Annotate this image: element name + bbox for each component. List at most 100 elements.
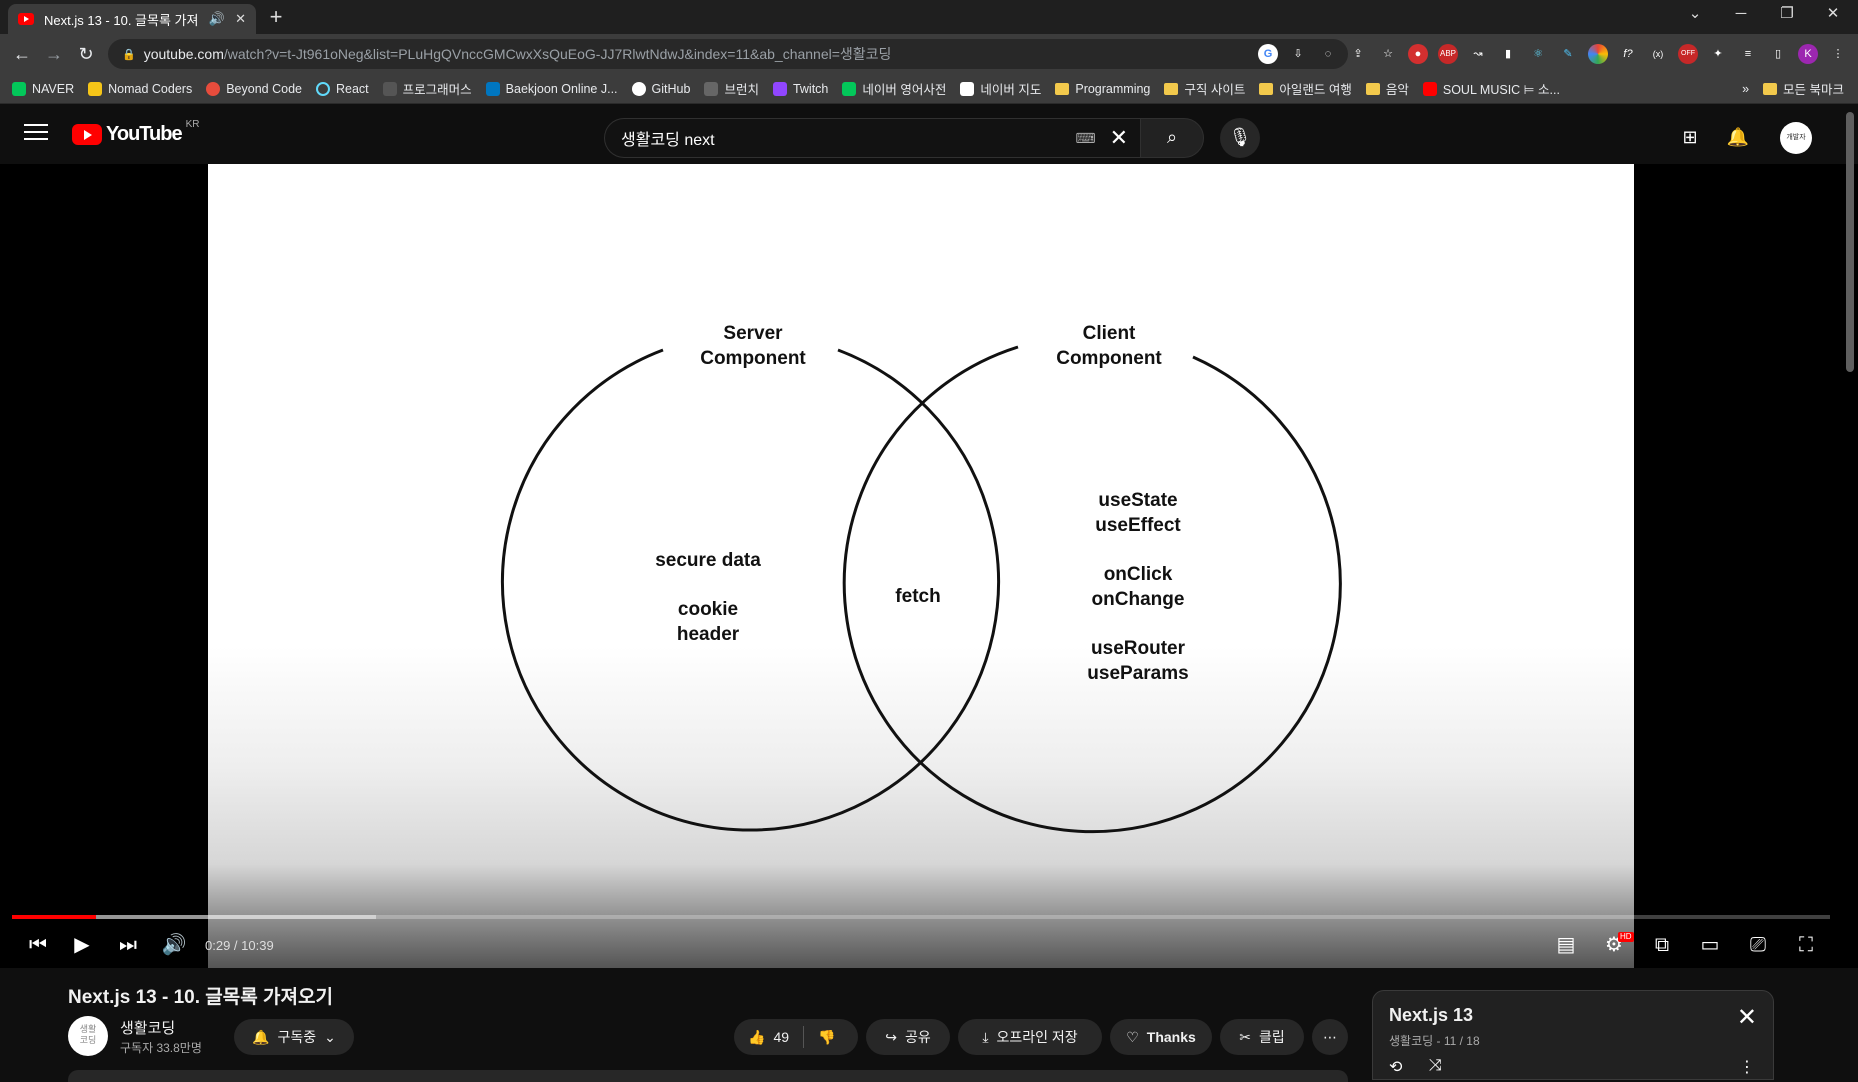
side-panel-icon[interactable]: ▯ — [1768, 44, 1788, 64]
search-button[interactable]: ⌕ — [1140, 118, 1204, 158]
create-video-icon[interactable]: ⊞ — [1678, 126, 1702, 150]
bookmark-item[interactable]: Baekjoon Online J... — [485, 81, 618, 96]
bookmark-item[interactable]: GitHub — [631, 81, 690, 96]
bookmark-star-icon[interactable]: ☆ — [1378, 44, 1398, 64]
notifications-bell-icon[interactable]: 🔔 — [1726, 126, 1750, 150]
lock-icon: 🔒 — [122, 48, 136, 61]
venn-diagram — [501, 345, 1342, 834]
played-bar — [12, 915, 96, 919]
back-icon[interactable]: ← — [8, 41, 36, 69]
share-arrow-icon: ↪ — [885, 1028, 897, 1045]
download-icon: ⤓ — [982, 1028, 989, 1045]
minimize-button[interactable]: ─ — [1718, 0, 1764, 30]
more-horizontal-icon: ⋯ — [1323, 1028, 1337, 1045]
bookmark-item[interactable]: 브런치 — [704, 79, 759, 98]
bookmark-item[interactable]: 네이버 지도 — [960, 79, 1041, 98]
share-icon[interactable]: ⇪ — [1348, 44, 1368, 64]
bookmark-folder[interactable]: Programming — [1055, 82, 1150, 96]
voice-search-button[interactable]: 🎙 — [1220, 118, 1260, 158]
close-tab-icon[interactable]: ✕ — [235, 11, 246, 27]
tab-search-icon[interactable]: ⌄ — [1672, 0, 1718, 30]
page-scrollbar[interactable] — [1846, 112, 1854, 372]
progress-bar[interactable] — [12, 915, 1830, 919]
extension-arrow-icon[interactable]: ↝ — [1468, 44, 1488, 64]
miniplayer-button[interactable]: ⧉ — [1646, 930, 1678, 962]
folder-icon — [1164, 82, 1179, 95]
eye-off-icon[interactable]: ◌ — [1318, 44, 1338, 64]
bookmark-item[interactable]: 프로그래머스 — [382, 79, 472, 98]
theater-icon: ▭ — [1700, 934, 1720, 956]
next-button[interactable]: ⏭ — [112, 930, 144, 962]
extension-pen-icon[interactable]: ✎ — [1558, 44, 1578, 64]
shuffle-icon[interactable]: ⤨ — [1429, 1057, 1442, 1075]
bookmark-item[interactable]: Twitch — [772, 81, 828, 96]
play-button[interactable]: ▶ — [66, 930, 98, 962]
bookmark-item[interactable]: Beyond Code — [206, 81, 302, 96]
bookmarks-overflow-button[interactable]: » — [1742, 82, 1749, 96]
reload-icon[interactable]: ↻ — [72, 41, 100, 69]
video-player[interactable]: Server Component Client Component secure… — [0, 164, 1858, 968]
bookmark-item[interactable]: SOUL MUSIC ⊨ 소... — [1422, 79, 1560, 98]
subscribed-button[interactable]: 🔔 구독중 ⌄ — [234, 1019, 354, 1055]
channel-avatar[interactable]: 생활 코딩 — [68, 1016, 108, 1056]
search-input[interactable]: 생활코딩 next ⌨ ✕ — [604, 118, 1140, 158]
thanks-button[interactable]: ♡ Thanks — [1110, 1019, 1212, 1055]
extension-red-icon[interactable]: ● — [1408, 44, 1428, 64]
youtube-logo[interactable]: YouTube KR — [72, 119, 199, 146]
bookmark-item[interactable]: Nomad Coders — [88, 81, 192, 96]
bookmark-folder[interactable]: 구직 사이트 — [1164, 79, 1245, 98]
extension-bracket-icon[interactable]: (x) — [1648, 44, 1668, 64]
browser-menu-icon[interactable]: ⋮ — [1828, 44, 1848, 64]
channel-name[interactable]: 생활코딩 — [120, 1017, 175, 1038]
account-avatar[interactable]: 개발자 — [1780, 122, 1812, 154]
install-icon[interactable]: ⇩ — [1288, 44, 1308, 64]
bookmark-folder[interactable]: 음악 — [1365, 79, 1409, 98]
bookmark-label: 프로그래머스 — [402, 83, 472, 97]
mute-button[interactable]: 🔊 — [158, 930, 190, 962]
clear-search-icon[interactable]: ✕ — [1110, 125, 1128, 151]
clip-button[interactable]: ✂ 클립 — [1220, 1019, 1304, 1055]
profile-avatar-icon[interactable]: K — [1798, 44, 1818, 64]
chevron-down-icon: ⌄ — [324, 1028, 336, 1045]
share-button[interactable]: ↪ 공유 — [866, 1019, 950, 1055]
all-bookmarks-folder[interactable]: 모든 북마크 — [1763, 79, 1844, 98]
dislike-button[interactable]: 👎 — [818, 1029, 835, 1046]
loop-icon[interactable]: ⟲ — [1389, 1057, 1402, 1077]
extension-off-icon[interactable]: OFF — [1678, 44, 1698, 64]
settings-button[interactable]: ⚙ HD — [1598, 930, 1634, 962]
fullscreen-button[interactable]: ⛶ — [1790, 930, 1822, 962]
react-devtools-icon[interactable]: ⚛ — [1528, 44, 1548, 64]
new-tab-button[interactable]: + — [262, 4, 290, 32]
keyboard-icon[interactable]: ⌨ — [1075, 130, 1095, 147]
like-button[interactable]: 👍 49 — [748, 1029, 789, 1046]
playlist-title[interactable]: Next.js 13 — [1389, 1005, 1473, 1026]
playlist-menu-icon[interactable]: ⋮ — [1739, 1057, 1755, 1077]
color-picker-icon[interactable] — [1588, 44, 1608, 64]
browser-tab[interactable]: Next.js 13 - 10. 글목록 가져오기 🔊 ✕ — [8, 4, 256, 34]
function-icon[interactable]: f? — [1618, 44, 1638, 64]
bookmark-item[interactable]: 네이버 영어사전 — [842, 79, 946, 98]
restore-button[interactable]: ❐ — [1764, 0, 1810, 30]
extension-bottle-icon[interactable]: ▮ — [1498, 44, 1518, 64]
more-actions-button[interactable]: ⋯ — [1312, 1019, 1348, 1055]
bookmark-item[interactable]: NAVER — [12, 81, 74, 96]
bookmark-item[interactable]: React — [315, 81, 369, 96]
cast-button[interactable]: ⎚ — [1742, 930, 1774, 962]
download-button[interactable]: ⤓ 오프라인 저장 — [958, 1019, 1102, 1055]
extensions-puzzle-icon[interactable]: ✦ — [1708, 44, 1728, 64]
thumbs-down-icon: 👎 — [818, 1028, 836, 1045]
subtitles-button[interactable]: ▤ — [1550, 930, 1582, 962]
forward-icon[interactable]: → — [40, 41, 68, 69]
theater-mode-button[interactable]: ▭ — [1694, 930, 1726, 962]
menu-icon[interactable] — [24, 124, 48, 142]
adblock-icon[interactable]: ABP — [1438, 44, 1458, 64]
url-field[interactable]: 🔒 youtube.com /watch?v=t-Jt961oNeg&list=… — [108, 39, 1348, 69]
google-icon[interactable]: G — [1258, 44, 1278, 64]
bookmark-folder[interactable]: 아일랜드 여행 — [1259, 79, 1352, 98]
reading-list-icon[interactable]: ≡ — [1738, 44, 1758, 64]
speaker-icon[interactable]: 🔊 — [209, 11, 225, 27]
close-icon[interactable]: ✕ — [1737, 1003, 1757, 1032]
close-window-button[interactable]: ✕ — [1810, 0, 1856, 30]
description-box[interactable] — [68, 1070, 1348, 1082]
previous-button[interactable]: ⏮ — [22, 930, 54, 962]
